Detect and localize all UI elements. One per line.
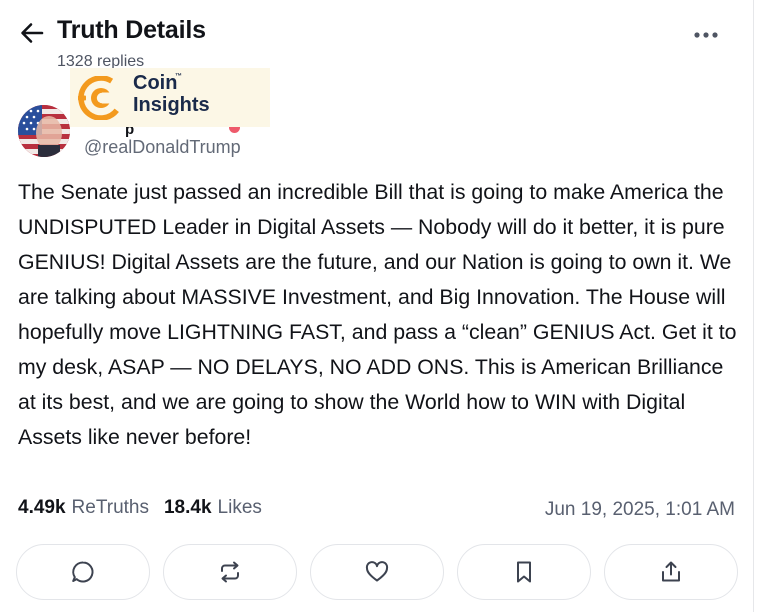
column-divider	[753, 0, 754, 612]
share-button[interactable]	[604, 544, 738, 600]
post-timestamp: Jun 19, 2025, 1:01 AM	[544, 499, 735, 520]
likes-count[interactable]: 18.4k	[164, 497, 212, 519]
post-stats: 4.49k ReTruths 18.4k Likes	[18, 497, 277, 519]
watermark-line-2: Insights	[133, 94, 210, 116]
like-icon	[365, 561, 389, 582]
post-actions	[16, 544, 738, 600]
avatar[interactable]	[18, 105, 70, 157]
author-handle[interactable]: @realDonaldTrump	[84, 137, 241, 158]
watermark-text: Coin Insights	[133, 72, 210, 116]
likes-label[interactable]: Likes	[218, 497, 262, 519]
avatar-image-icon	[18, 105, 70, 157]
like-button[interactable]	[310, 544, 444, 600]
retruth-button[interactable]	[163, 544, 297, 600]
bookmark-icon	[517, 561, 531, 583]
page-header: Truth Details	[0, 0, 753, 50]
share-icon	[662, 561, 680, 582]
coin-insights-watermark: Coin Insights ™	[70, 68, 270, 127]
more-options-button[interactable]	[690, 24, 722, 46]
coin-insights-logo-icon	[78, 76, 124, 120]
reply-button[interactable]	[16, 544, 150, 600]
page-title: Truth Details	[57, 16, 206, 44]
arrow-left-icon	[21, 23, 44, 43]
watermark-trademark: ™	[175, 73, 182, 80]
more-horizontal-icon	[694, 32, 718, 38]
retruths-count[interactable]: 4.49k	[18, 497, 66, 519]
back-button[interactable]	[18, 20, 46, 46]
bookmark-button[interactable]	[457, 544, 591, 600]
retruths-label[interactable]: ReTruths	[72, 497, 149, 519]
retruth-icon	[221, 561, 239, 583]
reply-icon	[72, 561, 94, 583]
post-text: The Senate just passed an incredible Bil…	[18, 180, 737, 449]
watermark-line-1: Coin	[133, 72, 178, 94]
